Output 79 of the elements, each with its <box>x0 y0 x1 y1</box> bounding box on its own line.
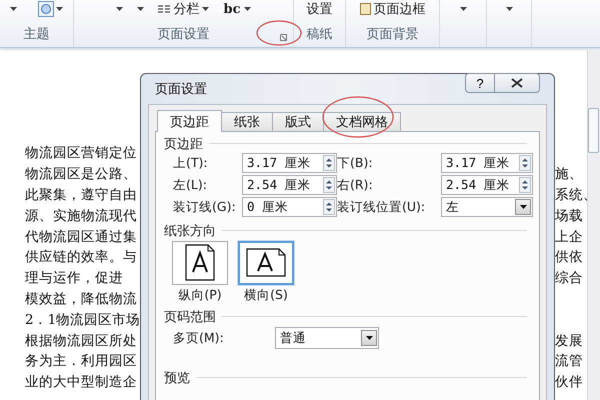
page-border-button[interactable]: 页面边框 <box>360 0 426 18</box>
caret-icon[interactable] <box>56 7 63 11</box>
document-text: 模效益，降低物流 <box>25 290 137 308</box>
document-text: 上企 <box>555 228 583 246</box>
caret-icon[interactable] <box>244 7 250 11</box>
help-button[interactable]: ? <box>465 73 495 93</box>
document-text: 场载 <box>555 206 583 225</box>
spinner-icon[interactable] <box>323 155 335 171</box>
document-text: 根据物流园区所处 <box>25 332 137 350</box>
caret-icon[interactable] <box>202 7 210 11</box>
group-label: 页面设置 <box>158 26 210 43</box>
tab[interactable]: 文档网格 <box>323 112 401 131</box>
document-text: 供依 <box>555 248 583 266</box>
theme-icon[interactable] <box>38 1 54 17</box>
dialog-title: 页面设置 <box>155 81 208 98</box>
scroll-thumb[interactable] <box>588 108 599 153</box>
caret-icon[interactable] <box>506 7 512 11</box>
columns-button[interactable]: 分栏 <box>158 0 210 18</box>
document-text: 源、实施物流现代 <box>25 206 137 225</box>
document-text: 物流园区是公路、 <box>25 165 137 184</box>
field-label: 装订线(G): <box>173 198 237 216</box>
annotation-circle <box>256 20 302 46</box>
document-text: 伙伴 <box>555 373 583 392</box>
close-button[interactable] <box>495 73 540 93</box>
section-title: 页码范围 <box>164 308 216 326</box>
field-label: 上(T): <box>173 154 209 172</box>
document-text: 综合 <box>555 269 583 288</box>
tab[interactable]: 纸张 <box>221 112 273 131</box>
field-label: 下(B): <box>337 154 374 172</box>
dropdown-field[interactable]: 左 <box>441 197 533 217</box>
tab[interactable]: 版式 <box>272 112 324 131</box>
orientation-option[interactable] <box>172 241 228 285</box>
document-text: 2．1物流园区市场 <box>25 310 140 329</box>
spin-field[interactable]: 2.54 厘米 <box>242 175 337 195</box>
document-text: 务为主．利用园区 <box>25 352 137 370</box>
field-label: 多页(M): <box>173 330 225 346</box>
dialog-launcher-icon[interactable] <box>280 34 287 41</box>
spinner-icon[interactable] <box>323 177 335 193</box>
spin-field[interactable]: 0 厘米 <box>242 197 337 217</box>
orientation-label: 横向(S) <box>244 287 288 304</box>
section-title: 预览 <box>164 370 190 386</box>
spinner-icon[interactable] <box>519 155 531 171</box>
spin-field[interactable]: 3.17 厘米 <box>242 153 337 173</box>
tab[interactable]: 页边距 <box>157 110 222 132</box>
document-text: 物流园区营销定位 <box>25 144 137 162</box>
columns-icon <box>158 5 170 13</box>
group-label: 主题 <box>24 26 50 43</box>
field-label: 左(L): <box>173 176 208 194</box>
caret-icon[interactable] <box>116 7 124 11</box>
spin-field[interactable]: 3.17 厘米 <box>441 153 533 173</box>
page-icon <box>360 3 370 15</box>
annotation-circle <box>322 96 394 138</box>
document-text: 流管 <box>555 352 583 370</box>
caret-icon[interactable] <box>460 7 466 11</box>
document-text: 理与运作，促进 <box>25 269 123 288</box>
spin-field[interactable]: 2.54 厘米 <box>441 175 533 195</box>
close-icon <box>511 78 523 88</box>
hyphenation-button[interactable]: bc <box>223 2 250 16</box>
caret-icon[interactable] <box>137 7 144 11</box>
document-text: 代物流园区通过集 <box>25 228 137 246</box>
grid-paper-button[interactable]: 设置 <box>306 0 332 18</box>
group-label: 稿纸 <box>306 26 332 43</box>
dropdown-field[interactable]: 普通 <box>275 327 379 349</box>
section-title: 页边距 <box>164 136 203 152</box>
document-text: 发展 <box>555 332 583 350</box>
document-text: 施、 <box>555 165 583 184</box>
caret-icon[interactable] <box>10 7 17 11</box>
group-label: 页面背景 <box>366 26 418 43</box>
orientation-label: 纵向(P) <box>178 287 222 304</box>
document-text: 供应链的效率。与 <box>25 248 137 266</box>
spinner-icon[interactable] <box>519 177 531 193</box>
document-text: 业的大中型制造企 <box>25 373 137 392</box>
document-text: 系统、 <box>555 186 597 204</box>
section-title: 纸张方向 <box>164 222 216 240</box>
field-label: 装订线位置(U): <box>337 198 426 216</box>
orientation-option[interactable] <box>238 241 294 285</box>
field-label: 右(R): <box>337 176 374 194</box>
spinner-icon[interactable] <box>323 199 335 215</box>
document-text: 此聚集，遵守自由 <box>25 186 137 204</box>
